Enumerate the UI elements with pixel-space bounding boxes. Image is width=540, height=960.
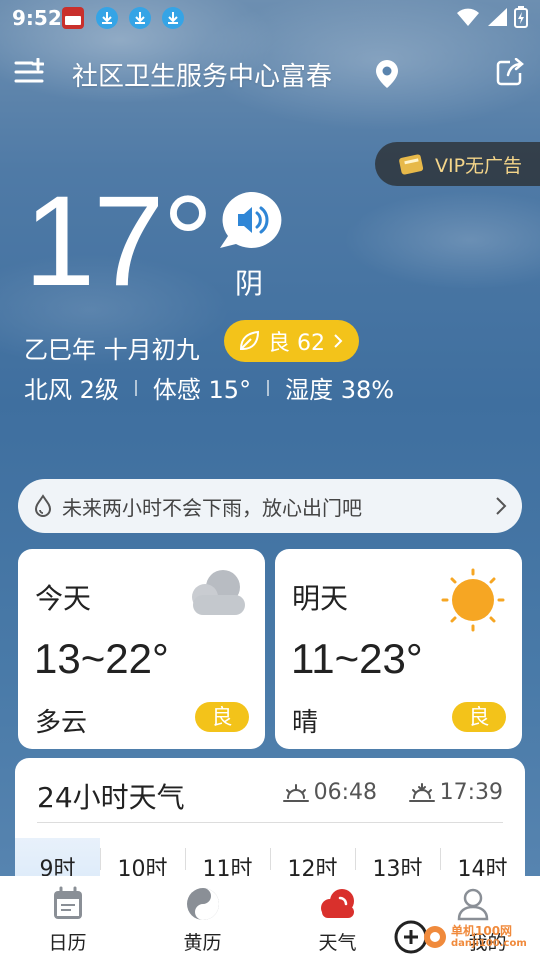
weather-icon xyxy=(318,886,358,926)
status-icons xyxy=(456,6,528,28)
wifi-icon xyxy=(457,8,479,26)
nav-weather[interactable]: 天气 xyxy=(270,876,405,960)
day-label: 今天 xyxy=(35,582,92,615)
watermark: 单机100网 danji100.com xyxy=(393,918,527,956)
sunset-time: 17:39 xyxy=(439,780,503,805)
aqi-badge[interactable]: 良 62 xyxy=(224,320,359,362)
calendar-app-notification-icon xyxy=(62,7,84,29)
day-condition: 多云 xyxy=(35,708,88,738)
speaker-icon xyxy=(220,191,282,248)
aqi-badge: 良 xyxy=(452,702,506,732)
hourly-title: 24小时天气 xyxy=(37,781,185,814)
nav-label: 黄历 xyxy=(183,932,222,954)
weather-details: 北风 2级 体感 15° 湿度 38% xyxy=(24,370,394,405)
current-condition: 阴 xyxy=(235,267,264,300)
vip-ticket-icon xyxy=(399,154,424,175)
nav-calendar[interactable]: 日历 xyxy=(0,876,135,960)
watermark-logo-icon xyxy=(394,920,446,954)
rain-forecast-bar[interactable]: 未来两小时不会下雨，放心出门吧 xyxy=(18,479,522,533)
battery-icon xyxy=(514,6,528,28)
download-icon xyxy=(96,7,118,29)
signal-icon xyxy=(488,8,507,26)
nav-almanac[interactable]: 黄历 xyxy=(135,876,270,960)
divider xyxy=(134,379,137,396)
humidity: 湿度 38% xyxy=(285,376,395,404)
download-icon xyxy=(129,7,151,29)
day-label: 明天 xyxy=(292,582,349,615)
chevron-right-icon xyxy=(496,497,507,515)
raindrop-icon xyxy=(34,494,52,517)
temp-range: 13~22° xyxy=(34,635,169,682)
watermark-text: 单机100网 danji100.com xyxy=(451,923,527,950)
watermark-line: danji100.com xyxy=(451,938,527,950)
location-pin-icon[interactable] xyxy=(374,59,400,93)
vip-label: VIP无广告 xyxy=(435,154,523,177)
today-forecast-card[interactable]: 今天 13~22° 多云 良 xyxy=(18,549,265,749)
feels-like: 体感 15° xyxy=(152,376,252,404)
sunset: 17:39 xyxy=(408,780,503,805)
sunrise-time: 06:48 xyxy=(313,780,377,805)
aqi-label: 良 62 xyxy=(268,331,325,356)
share-icon[interactable] xyxy=(496,57,524,90)
voice-broadcast-button[interactable] xyxy=(218,190,282,250)
nav-label: 日历 xyxy=(48,932,87,954)
add-city-menu-icon[interactable] xyxy=(14,57,46,88)
calendar-icon xyxy=(51,886,85,926)
watermark-line: 单机100网 xyxy=(451,923,513,938)
vip-no-ads-button[interactable]: VIP无广告 xyxy=(375,142,540,186)
status-bar: 9:52 xyxy=(0,0,540,36)
location-title[interactable]: 社区卫生服务中心富春 xyxy=(72,56,332,93)
temp-range: 11~23° xyxy=(291,635,423,682)
divider xyxy=(37,822,503,823)
lunar-date: 乙巳年 十月初九 xyxy=(24,336,200,364)
sunrise-icon xyxy=(282,783,309,802)
sun-icon xyxy=(440,567,506,637)
sunrise: 06:48 xyxy=(282,780,377,805)
wind: 北风 2级 xyxy=(24,376,119,404)
tomorrow-forecast-card[interactable]: 明天 11~23° 晴 良 xyxy=(275,549,522,749)
cloud-icon xyxy=(187,567,249,623)
chevron-right-icon xyxy=(334,334,343,348)
current-temperature: 17° xyxy=(24,170,214,313)
nav-label: 天气 xyxy=(318,932,357,954)
leaf-icon xyxy=(239,330,260,350)
yin-yang-icon xyxy=(185,886,221,926)
divider xyxy=(267,379,270,396)
sunset-icon xyxy=(408,782,435,802)
download-icon xyxy=(162,7,184,29)
day-condition: 晴 xyxy=(292,708,319,738)
rain-notice-text: 未来两小时不会下雨，放心出门吧 xyxy=(62,495,362,520)
status-time: 9:52 xyxy=(12,6,62,30)
aqi-badge: 良 xyxy=(195,702,249,732)
header: 社区卫生服务中心富春 xyxy=(0,50,540,100)
